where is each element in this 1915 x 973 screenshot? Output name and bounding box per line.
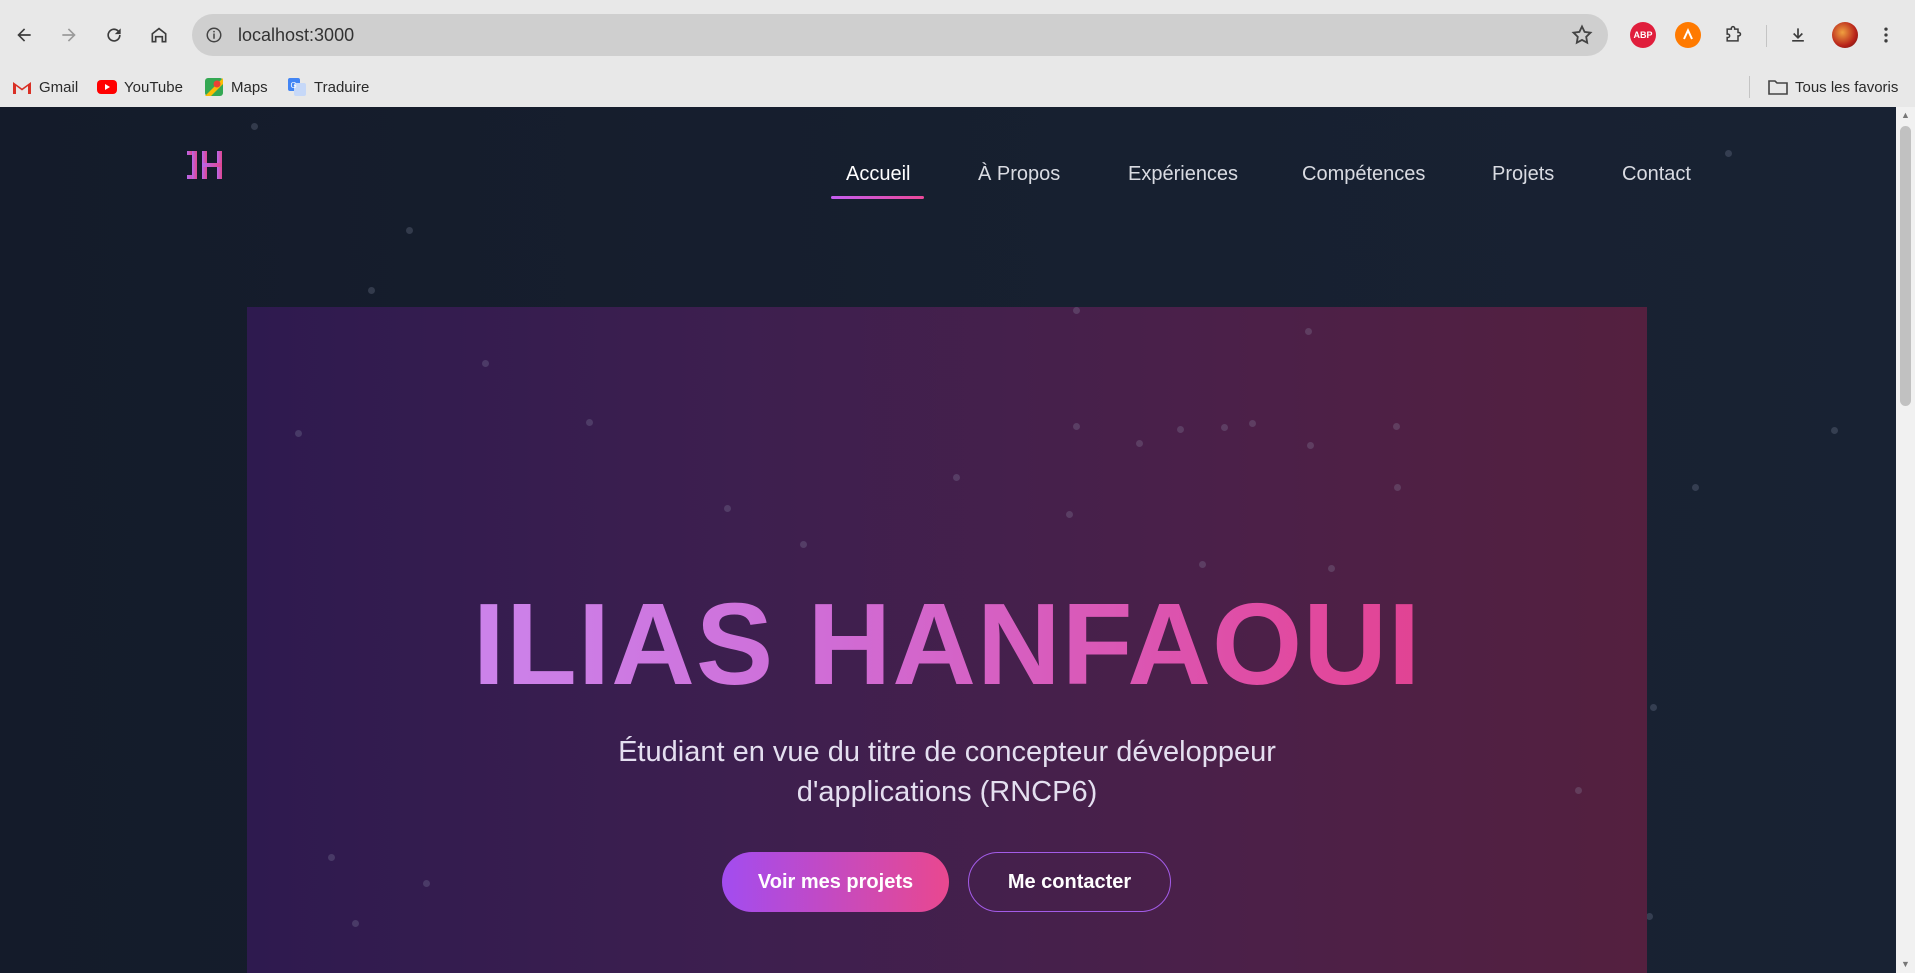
particle: [1692, 484, 1699, 491]
nav-experiences[interactable]: Expériences: [1128, 163, 1238, 186]
particle: [1249, 420, 1256, 427]
extensions-button[interactable]: [1715, 17, 1751, 53]
browser-chrome: ABP Gmail YouTube: [0, 0, 1915, 107]
page-viewport: Accueil À Propos Expériences Compétences…: [0, 107, 1896, 973]
particle: [406, 227, 413, 234]
particle: [295, 430, 302, 437]
scroll-up-arrow-icon[interactable]: ▲: [1900, 110, 1911, 121]
particle: [1073, 307, 1080, 314]
site-info-icon[interactable]: [202, 23, 226, 47]
particle: [352, 920, 359, 927]
particle: [328, 854, 335, 861]
download-icon: [1792, 28, 1804, 42]
particle: [1136, 440, 1143, 447]
reload-button[interactable]: [96, 17, 132, 53]
gmail-icon: [12, 78, 32, 96]
toolbar-divider: [1766, 25, 1767, 47]
nav-accueil[interactable]: Accueil: [846, 163, 910, 186]
adblock-plus-icon[interactable]: ABP: [1630, 22, 1656, 48]
forward-arrow-icon: [62, 28, 76, 42]
bookmark-label: YouTube: [124, 78, 183, 96]
hero-subtitle-line2: d'applications (RNCP6): [796, 776, 1098, 808]
particle: [800, 541, 807, 548]
translate-icon: G: [287, 78, 307, 96]
bookmark-translate[interactable]: G Traduire: [287, 74, 369, 100]
particle: [1305, 328, 1312, 335]
particle: [1177, 426, 1184, 433]
particle: [368, 287, 375, 294]
particle: [1066, 511, 1073, 518]
back-button[interactable]: [6, 17, 42, 53]
site-logo[interactable]: [185, 147, 227, 181]
particle: [586, 419, 593, 426]
puzzle-icon: [1726, 25, 1742, 42]
contact-me-button[interactable]: Me contacter: [968, 852, 1171, 912]
particle: [482, 360, 489, 367]
particle: [1394, 484, 1401, 491]
all-bookmarks-folder[interactable]: Tous les favoris: [1768, 74, 1898, 100]
all-bookmarks-label: Tous les favoris: [1795, 78, 1899, 96]
profile-avatar[interactable]: [1832, 22, 1858, 48]
menu-button[interactable]: [1871, 17, 1901, 53]
particle: [1575, 787, 1582, 794]
particle: [1199, 561, 1206, 568]
nav-projets[interactable]: Projets: [1492, 163, 1554, 186]
particle: [724, 505, 731, 512]
youtube-icon: [97, 78, 117, 96]
particle: [423, 880, 430, 887]
nav-a-propos[interactable]: À Propos: [978, 163, 1060, 186]
url-input[interactable]: [236, 23, 1540, 47]
particle: [953, 474, 960, 481]
particle: [1307, 442, 1314, 449]
hero-subtitle-line1: Étudiant en vue du titre de concepteur d…: [618, 736, 1276, 768]
bookmark-label: Maps: [231, 78, 268, 96]
view-projects-button[interactable]: Voir mes projets: [722, 852, 949, 912]
address-bar[interactable]: [192, 14, 1608, 56]
adblock-label: ABP: [1633, 30, 1653, 40]
bookmark-star-icon[interactable]: [1570, 23, 1594, 47]
scroll-down-arrow-icon[interactable]: ▼: [1900, 959, 1911, 970]
particle: [1221, 424, 1228, 431]
nav-contact[interactable]: Contact: [1622, 163, 1691, 186]
particle: [1650, 704, 1657, 711]
kebab-menu-icon: [1884, 27, 1888, 43]
avast-icon[interactable]: [1675, 22, 1701, 48]
particle: [1831, 427, 1838, 434]
active-nav-underline: [831, 196, 924, 199]
particle: [1646, 913, 1653, 920]
page-scrollbar[interactable]: ▲ ▼: [1896, 107, 1915, 973]
maps-icon: [204, 78, 224, 96]
downloads-button[interactable]: [1780, 17, 1816, 53]
bookmark-maps[interactable]: Maps: [204, 74, 268, 100]
back-arrow-icon: [17, 28, 31, 42]
bookmarks-bar: Gmail YouTube Maps G Traduire Tous les f…: [0, 68, 1915, 106]
browser-toolbar: ABP: [0, 0, 1915, 70]
particle: [1073, 423, 1080, 430]
svg-text:G: G: [291, 81, 297, 90]
bookmark-gmail[interactable]: Gmail: [12, 74, 78, 100]
reload-icon: [107, 28, 121, 42]
particle: [1393, 423, 1400, 430]
bookmark-label: Traduire: [314, 78, 370, 96]
scrollbar-thumb[interactable]: [1900, 126, 1911, 406]
nav-competences[interactable]: Compétences: [1302, 163, 1425, 186]
hero-subtitle: Étudiant en vue du titre de concepteur d…: [547, 732, 1347, 812]
home-icon: [151, 27, 167, 43]
particle: [1328, 565, 1335, 572]
bookmarks-divider: [1749, 76, 1750, 98]
folder-icon: [1768, 78, 1788, 96]
site-navbar: Accueil À Propos Expériences Compétences…: [0, 107, 1896, 217]
bookmark-youtube[interactable]: YouTube: [97, 74, 183, 100]
ih-logo-icon: [187, 151, 222, 179]
home-button[interactable]: [141, 17, 177, 53]
forward-button[interactable]: [51, 17, 87, 53]
hero-title: ILIAS HANFAOUI: [247, 577, 1647, 711]
bookmark-label: Gmail: [39, 78, 79, 96]
